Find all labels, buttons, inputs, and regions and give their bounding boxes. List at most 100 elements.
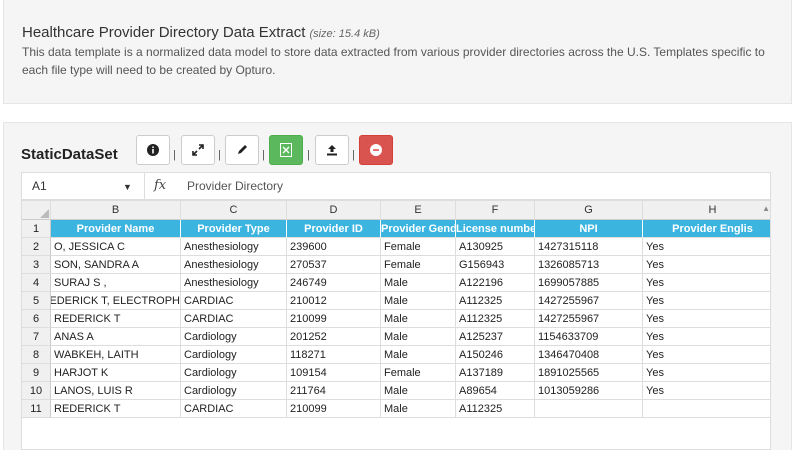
table-cell[interactable]: A130925	[456, 238, 535, 256]
table-cell[interactable]: 1427315118	[535, 238, 643, 256]
remove-button[interactable]	[359, 135, 393, 165]
table-cell[interactable]: 211764	[287, 382, 381, 400]
table-cell[interactable]: WABKEH, LAITH	[51, 346, 181, 364]
column-header-F[interactable]: F	[456, 201, 535, 220]
table-cell[interactable]: Male	[381, 328, 456, 346]
header-cell[interactable]: NPI	[535, 220, 643, 238]
table-cell[interactable]: Male	[381, 400, 456, 418]
table-cell[interactable]: Yes	[643, 346, 770, 364]
table-cell[interactable]: Cardiology	[181, 382, 287, 400]
row-header[interactable]: 1	[22, 220, 51, 238]
table-cell[interactable]: 118271	[287, 346, 381, 364]
table-cell[interactable]: , SURAJ S	[51, 274, 181, 292]
table-cell[interactable]: Anesthesiology	[181, 238, 287, 256]
table-cell[interactable]: REDERICK T	[51, 400, 181, 418]
table-cell[interactable]: Female	[381, 256, 456, 274]
row-header[interactable]: 6	[22, 310, 51, 328]
table-cell[interactable]: 239600	[287, 238, 381, 256]
table-cell[interactable]: Yes	[643, 292, 770, 310]
table-cell[interactable]: G156943	[456, 256, 535, 274]
formula-input[interactable]: Provider Directory	[187, 179, 283, 193]
cell-reference-dropdown-icon[interactable]: ▼	[123, 182, 132, 192]
header-cell[interactable]: Provider Gende	[381, 220, 456, 238]
table-cell[interactable]: 201252	[287, 328, 381, 346]
table-cell[interactable]: A150246	[456, 346, 535, 364]
table-cell[interactable]: A137189	[456, 364, 535, 382]
table-cell[interactable]: Male	[381, 346, 456, 364]
table-cell[interactable]: 1427255967	[535, 292, 643, 310]
table-cell[interactable]: 1891025565	[535, 364, 643, 382]
table-cell[interactable]: CARDIAC	[181, 400, 287, 418]
table-cell[interactable]: Yes	[643, 256, 770, 274]
table-cell[interactable]: 1154633709	[535, 328, 643, 346]
table-cell[interactable]: REDERICK T	[51, 310, 181, 328]
column-header-C[interactable]: C	[181, 201, 287, 220]
table-cell[interactable]: 109154	[287, 364, 381, 382]
table-cell[interactable]: REDERICK T, ELECTROPH	[51, 292, 181, 310]
table-cell[interactable]: A89654	[456, 382, 535, 400]
spreadsheet-grid[interactable]: B C D E F G H ▲ 1 Provider Name Provider Type Provi…	[21, 200, 771, 450]
table-cell[interactable]: A112325	[456, 400, 535, 418]
header-cell[interactable]: Provider Englis	[643, 220, 770, 238]
table-cell[interactable]: Female	[381, 364, 456, 382]
table-cell[interactable]: 1013059286	[535, 382, 643, 400]
table-cell[interactable]: Male	[381, 292, 456, 310]
table-cell[interactable]: 1346470408	[535, 346, 643, 364]
column-header-G[interactable]: G	[535, 201, 643, 220]
row-header[interactable]: 5	[22, 292, 51, 310]
table-cell[interactable]: ANAS A	[51, 328, 181, 346]
row-header[interactable]: 11	[22, 400, 51, 418]
table-cell[interactable]: Yes	[643, 364, 770, 382]
header-cell[interactable]: Provider Type	[181, 220, 287, 238]
row-header[interactable]: 10	[22, 382, 51, 400]
table-cell[interactable]: 270537	[287, 256, 381, 274]
table-cell[interactable]: Yes	[643, 274, 770, 292]
row-header[interactable]: 2	[22, 238, 51, 256]
table-cell[interactable]: Yes	[643, 382, 770, 400]
table-cell[interactable]: Anesthesiology	[181, 274, 287, 292]
column-header-B[interactable]: B	[51, 201, 181, 220]
expand-button[interactable]	[181, 135, 215, 165]
grid-corner[interactable]	[22, 201, 51, 220]
edit-button[interactable]	[225, 135, 259, 165]
table-cell[interactable]: Cardiology	[181, 346, 287, 364]
table-cell[interactable]: 210099	[287, 400, 381, 418]
table-cell[interactable]: 210099	[287, 310, 381, 328]
header-cell[interactable]: License numbe	[456, 220, 535, 238]
cell-reference[interactable]: A1	[32, 179, 47, 193]
table-cell[interactable]: 246749	[287, 274, 381, 292]
row-header[interactable]: 8	[22, 346, 51, 364]
column-header-D[interactable]: D	[287, 201, 381, 220]
table-cell[interactable]: Yes	[643, 310, 770, 328]
row-header[interactable]: 7	[22, 328, 51, 346]
header-cell[interactable]: Provider Name	[51, 220, 181, 238]
table-cell[interactable]: Male	[381, 382, 456, 400]
row-header[interactable]: 4	[22, 274, 51, 292]
table-cell[interactable]: HARJOT K	[51, 364, 181, 382]
info-button[interactable]	[136, 135, 170, 165]
export-excel-button[interactable]	[269, 135, 303, 165]
table-cell[interactable]: Cardiology	[181, 328, 287, 346]
table-cell[interactable]: 1427255967	[535, 310, 643, 328]
header-cell[interactable]: Provider ID	[287, 220, 381, 238]
table-cell[interactable]: Anesthesiology	[181, 256, 287, 274]
table-cell[interactable]: 1699057885	[535, 274, 643, 292]
table-cell[interactable]	[535, 400, 643, 418]
table-cell[interactable]: Yes	[643, 238, 770, 256]
table-cell[interactable]: A112325	[456, 292, 535, 310]
table-cell[interactable]: 210012	[287, 292, 381, 310]
table-cell[interactable]: Cardiology	[181, 364, 287, 382]
table-cell[interactable]: A112325	[456, 310, 535, 328]
table-cell[interactable]	[643, 400, 770, 418]
table-cell[interactable]: Female	[381, 238, 456, 256]
table-cell[interactable]: O, JESSICA C	[51, 238, 181, 256]
table-cell[interactable]: SON, SANDRA A	[51, 256, 181, 274]
table-cell[interactable]: 1326085713	[535, 256, 643, 274]
table-cell[interactable]: A122196	[456, 274, 535, 292]
upload-button[interactable]	[315, 135, 349, 165]
row-header[interactable]: 3	[22, 256, 51, 274]
column-header-E[interactable]: E	[381, 201, 456, 220]
scroll-up-icon[interactable]: ▲	[762, 204, 770, 213]
table-cell[interactable]: LANOS, LUIS R	[51, 382, 181, 400]
table-cell[interactable]: Yes	[643, 328, 770, 346]
